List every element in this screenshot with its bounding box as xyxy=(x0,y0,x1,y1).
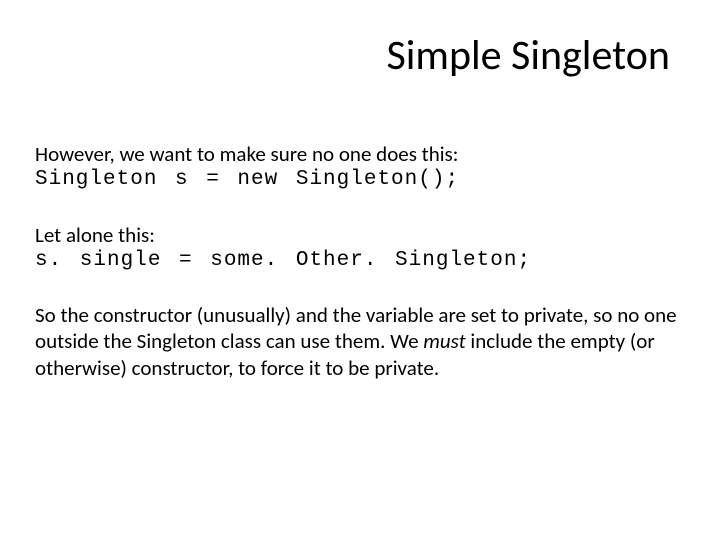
paragraph-1: However, we want to make sure no one doe… xyxy=(35,141,680,194)
p2-text: Let alone this: xyxy=(35,222,680,248)
paragraph-3: So the constructor (unusually) and the v… xyxy=(35,302,680,381)
slide: Simple Singleton However, we want to mak… xyxy=(0,0,720,540)
slide-body: However, we want to make sure no one doe… xyxy=(35,141,680,381)
p1-text: However, we want to make sure no one doe… xyxy=(35,141,680,167)
paragraph-2: Let alone this: s. single = some. Other.… xyxy=(35,222,680,275)
slide-title: Simple Singleton xyxy=(35,30,670,81)
p1-code: Singleton s = new Singleton(); xyxy=(35,167,680,193)
p3-emphasis: must xyxy=(423,328,465,354)
p2-code: s. single = some. Other. Singleton; xyxy=(35,248,680,274)
